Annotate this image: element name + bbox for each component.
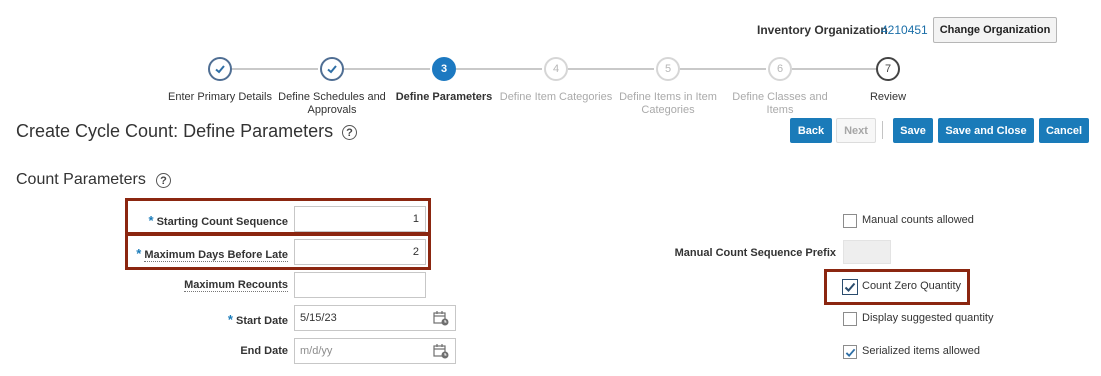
train-label-line: Define Items in Item bbox=[619, 91, 717, 103]
train-label-line: Define Classes and bbox=[732, 91, 828, 103]
train-connector bbox=[232, 68, 318, 70]
maximum-days-before-late-label: * Maximum Days Before Late bbox=[128, 246, 288, 262]
manual-counts-allowed-checkbox[interactable] bbox=[843, 214, 857, 228]
train-label-define-schedules[interactable]: Define Schedules and Approvals bbox=[272, 91, 392, 117]
manual-counts-allowed-label: Manual counts allowed bbox=[862, 214, 974, 226]
checkbox-check-icon bbox=[845, 348, 855, 357]
display-suggested-quantity-checkbox[interactable] bbox=[843, 312, 857, 326]
section-title: Count Parameters bbox=[16, 171, 146, 188]
back-button[interactable]: Back bbox=[790, 118, 832, 143]
train-label-line: Enter Primary Details bbox=[168, 91, 272, 103]
train-step-define-schedules[interactable] bbox=[320, 57, 344, 81]
start-date-value: 5/15/23 bbox=[300, 312, 337, 324]
help-icon[interactable]: ? bbox=[156, 173, 171, 188]
maximum-days-before-late-input[interactable]: 2 bbox=[294, 239, 426, 265]
starting-count-sequence-label: * Starting Count Sequence bbox=[138, 213, 288, 228]
train-label-line: Review bbox=[869, 91, 907, 103]
check-icon bbox=[327, 65, 337, 74]
end-date-input[interactable]: m/d/yy bbox=[294, 338, 456, 364]
save-and-close-button[interactable]: Save and Close bbox=[938, 118, 1034, 143]
train-step-review: 7 bbox=[876, 57, 900, 81]
label-text: End Date bbox=[240, 345, 288, 357]
end-date-label: End Date bbox=[138, 345, 288, 357]
start-date-input[interactable]: 5/15/23 bbox=[294, 305, 456, 331]
train-connector bbox=[568, 68, 654, 70]
count-zero-quantity-label: Count Zero Quantity bbox=[862, 280, 962, 292]
next-button[interactable]: Next bbox=[836, 118, 876, 143]
count-zero-quantity-checkbox[interactable] bbox=[842, 279, 858, 295]
label-text: Starting Count Sequence bbox=[156, 216, 288, 228]
train-step-define-parameters: 3 bbox=[432, 57, 456, 81]
display-suggested-quantity-label: Display suggested quantity bbox=[862, 312, 994, 324]
train-connector bbox=[344, 68, 430, 70]
calendar-icon[interactable] bbox=[433, 310, 449, 326]
serialized-items-allowed-checkbox[interactable] bbox=[843, 345, 857, 359]
maximum-recounts-input[interactable] bbox=[294, 272, 426, 298]
train-label-line: Categories bbox=[641, 104, 695, 116]
inventory-organization-value: 4210451 bbox=[881, 23, 928, 37]
save-button[interactable]: Save bbox=[893, 118, 933, 143]
train-connector bbox=[456, 68, 542, 70]
train-label-define-classes: Define Classes and Items bbox=[720, 91, 840, 117]
train-label-line: Define Parameters bbox=[395, 91, 493, 103]
train-label-enter-primary-details[interactable]: Enter Primary Details bbox=[160, 91, 280, 104]
checkbox-check-icon bbox=[844, 282, 856, 292]
train-label-line: Define Item Categories bbox=[499, 91, 613, 103]
train-label-line: Define Schedules and bbox=[278, 91, 386, 103]
train-step-enter-primary-details[interactable] bbox=[208, 57, 232, 81]
train-step-define-items: 5 bbox=[656, 57, 680, 81]
train-connector bbox=[792, 68, 878, 70]
train-label-line: Approvals bbox=[307, 104, 357, 116]
train-step-define-classes: 6 bbox=[768, 57, 792, 81]
train-connector bbox=[680, 68, 766, 70]
label-text: Start Date bbox=[236, 315, 288, 327]
manual-count-sequence-prefix-input[interactable] bbox=[843, 240, 891, 264]
required-mark: * bbox=[148, 213, 154, 228]
serialized-items-allowed-label: Serialized items allowed bbox=[862, 345, 980, 357]
cancel-button[interactable]: Cancel bbox=[1039, 118, 1089, 143]
change-organization-button[interactable]: Change Organization bbox=[933, 17, 1057, 43]
train-label-define-items: Define Items in Item Categories bbox=[608, 91, 728, 117]
check-icon bbox=[215, 65, 225, 74]
inventory-organization-label: Inventory Organization bbox=[757, 23, 888, 37]
train-label-line: Items bbox=[766, 104, 794, 116]
label-text: Maximum Days Before Late bbox=[144, 249, 288, 262]
required-mark: * bbox=[227, 312, 233, 327]
help-icon[interactable]: ? bbox=[342, 125, 357, 140]
maximum-recounts-label: Maximum Recounts bbox=[138, 279, 288, 292]
starting-count-sequence-input[interactable]: 1 bbox=[294, 206, 426, 232]
required-mark: * bbox=[136, 246, 142, 261]
train-label-review[interactable]: Review bbox=[828, 91, 948, 104]
manual-count-sequence-prefix-label: Manual Count Sequence Prefix bbox=[674, 247, 836, 259]
train-label-define-parameters: Define Parameters bbox=[384, 91, 504, 104]
calendar-icon[interactable] bbox=[433, 343, 449, 359]
end-date-placeholder: m/d/yy bbox=[300, 345, 333, 357]
label-text: Maximum Recounts bbox=[184, 279, 288, 292]
toolbar-divider bbox=[882, 121, 883, 139]
page-title: Create Cycle Count: Define Parameters bbox=[16, 121, 334, 141]
train-step-define-item-categories: 4 bbox=[544, 57, 568, 81]
train-label-define-item-categories: Define Item Categories bbox=[496, 91, 616, 104]
start-date-label: * Start Date bbox=[138, 312, 288, 327]
